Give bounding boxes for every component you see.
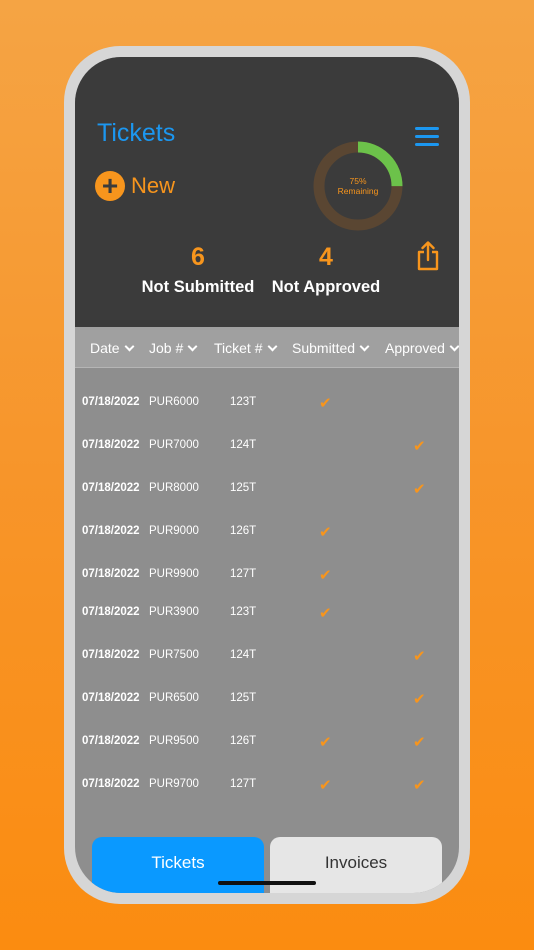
hamburger-menu-icon[interactable] xyxy=(415,127,439,146)
submitted-check-icon: ✔ xyxy=(319,395,332,412)
plus-circle-icon: + xyxy=(95,171,125,201)
chevron-down-icon xyxy=(124,341,135,352)
submitted-check-icon: ✔ xyxy=(319,734,332,751)
table-row[interactable]: 07/18/2022 PUR7500 124T ✔ xyxy=(75,647,459,667)
home-indicator xyxy=(218,881,316,885)
submitted-check-icon: ✔ xyxy=(319,605,332,622)
submitted-check-icon: ✔ xyxy=(319,567,332,584)
table-row[interactable]: 07/18/2022 PUR3900 123T ✔ xyxy=(75,604,459,624)
donut-label: 75% Remaining xyxy=(311,176,405,196)
submitted-check-icon: ✔ xyxy=(319,524,332,541)
chevron-down-icon xyxy=(267,341,277,352)
phone-frame: Tickets + New 75% Remaining 6 Not Submit… xyxy=(64,46,470,904)
sort-approved-button[interactable]: Approved xyxy=(385,340,459,356)
table-row[interactable]: 07/18/2022 PUR9900 127T ✔ xyxy=(75,566,459,586)
approved-check-icon: ✔ xyxy=(413,691,426,708)
app-screen: Tickets + New 75% Remaining 6 Not Submit… xyxy=(75,57,459,893)
chevron-down-icon xyxy=(449,341,459,352)
sort-ticket-button[interactable]: Ticket # xyxy=(214,340,277,356)
chevron-down-icon xyxy=(359,341,370,352)
not-approved-label: Not Approved xyxy=(271,278,381,296)
not-submitted-stat: 6 Not Submitted xyxy=(133,243,263,297)
not-approved-stat: 4 Not Approved xyxy=(261,243,391,297)
not-submitted-count: 6 xyxy=(191,243,205,271)
table-row[interactable]: 07/18/2022 PUR9700 127T ✔ ✔ xyxy=(75,776,459,796)
table-row[interactable]: 07/18/2022 PUR6000 123T ✔ xyxy=(75,394,459,414)
table-row[interactable]: 07/18/2022 PUR9500 126T ✔ ✔ xyxy=(75,733,459,753)
approved-check-icon: ✔ xyxy=(413,648,426,665)
not-approved-count: 4 xyxy=(319,243,333,271)
table-row[interactable]: 07/18/2022 PUR7000 124T ✔ xyxy=(75,437,459,457)
table-row[interactable]: 07/18/2022 PUR8000 125T ✔ xyxy=(75,480,459,500)
share-icon[interactable] xyxy=(415,241,441,271)
donut-caption: Remaining xyxy=(337,186,379,196)
page-title: Tickets xyxy=(97,119,176,147)
table-row[interactable]: 07/18/2022 PUR6500 125T ✔ xyxy=(75,690,459,710)
sort-submitted-button[interactable]: Submitted xyxy=(292,340,370,356)
submitted-check-icon: ✔ xyxy=(319,777,332,794)
approved-check-icon: ✔ xyxy=(413,438,426,455)
sort-date-button[interactable]: Date xyxy=(90,340,135,356)
not-submitted-label: Not Submitted xyxy=(141,278,255,296)
table-column-headers: Date Job # Ticket # Submitted Approved xyxy=(75,327,459,368)
donut-percent: 75% xyxy=(349,176,367,186)
chevron-down-icon xyxy=(187,341,198,352)
approved-check-icon: ✔ xyxy=(413,734,426,751)
sort-job-button[interactable]: Job # xyxy=(149,340,198,356)
approved-check-icon: ✔ xyxy=(413,481,426,498)
table-row[interactable]: 07/18/2022 PUR9000 126T ✔ xyxy=(75,523,459,543)
new-ticket-button[interactable]: + New xyxy=(95,171,175,201)
new-ticket-label: New xyxy=(131,173,176,198)
approved-check-icon: ✔ xyxy=(413,777,426,794)
header-panel: Tickets + New 75% Remaining 6 Not Submit… xyxy=(75,57,459,327)
